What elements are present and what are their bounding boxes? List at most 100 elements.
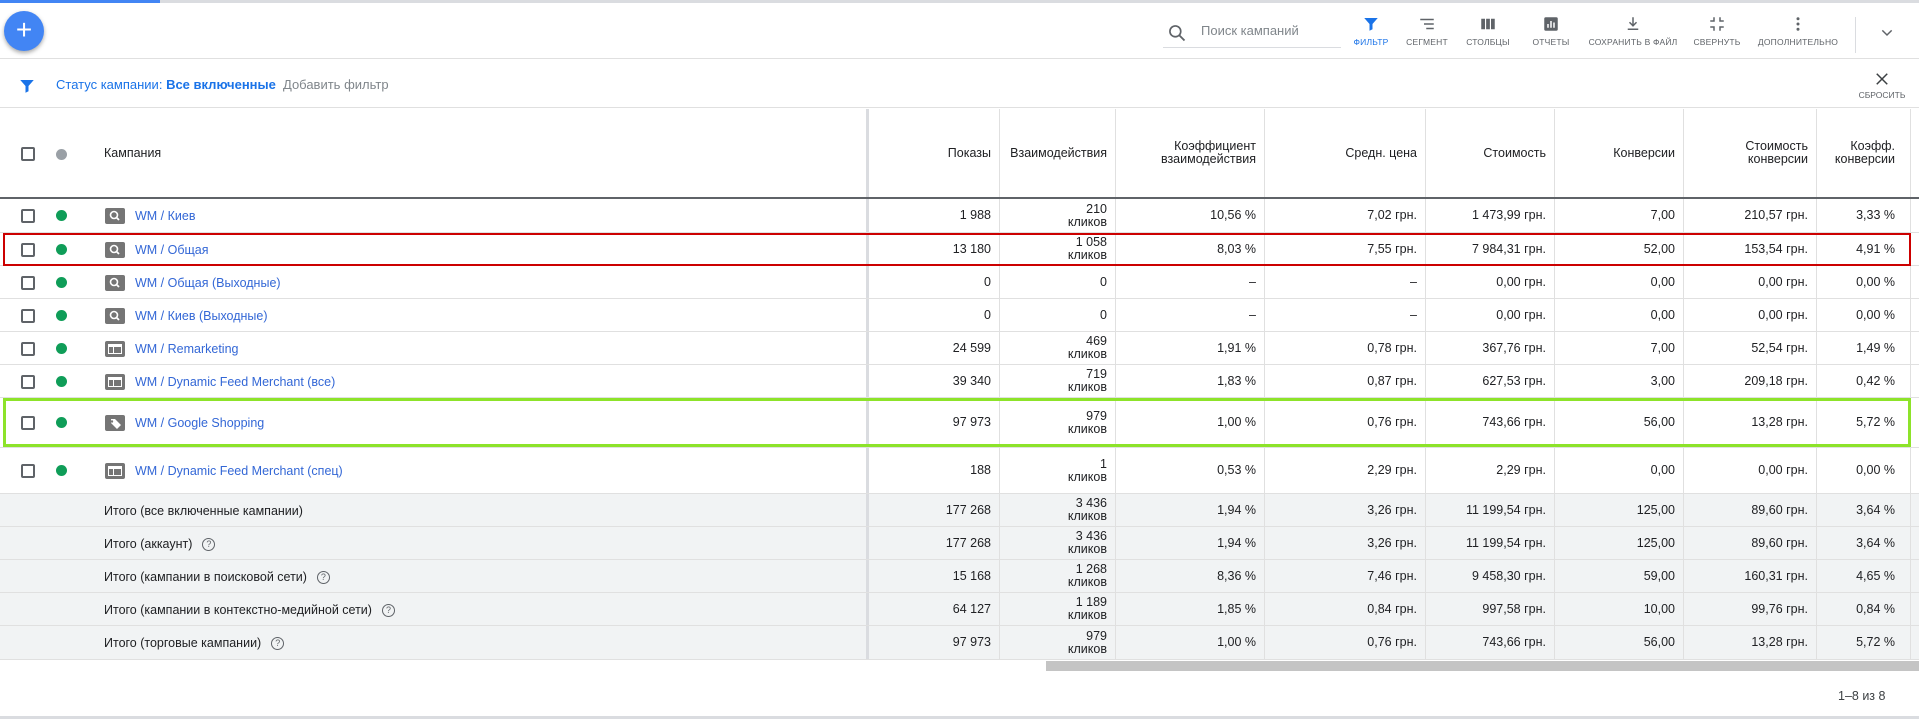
header-conversions[interactable]: Конверсии: [1555, 109, 1683, 197]
status-enabled-dot[interactable]: [56, 343, 67, 354]
reports-button[interactable]: ОТЧЕТЫ: [1526, 15, 1576, 47]
interactions-unit: кликов: [1067, 641, 1107, 656]
collapse-button[interactable]: СВЕРНУТЬ: [1691, 15, 1743, 47]
header-campaign[interactable]: Кампания: [96, 109, 856, 197]
column-divider: [1910, 266, 1911, 298]
download-button-label: СОХРАНИТЬ В ФАЙЛ: [1588, 37, 1678, 47]
row-checkbox[interactable]: [21, 342, 35, 356]
header-conversion-rate[interactable]: Коэфф. конверсии: [1817, 109, 1903, 197]
table-row[interactable]: WM / Remarketing 24 599 469 кликов 1,91 %…: [0, 332, 1919, 365]
status-enabled-dot[interactable]: [56, 210, 67, 221]
filter-bar: Статус кампании: Все включенные Добавить…: [0, 60, 1919, 108]
column-divider: [1910, 527, 1911, 559]
header-interactions[interactable]: Взаимодействия: [1000, 109, 1115, 197]
display-campaign-icon: [105, 463, 125, 479]
header-interaction-rate[interactable]: Коэффициент взаимодействия: [1116, 109, 1264, 197]
help-icon[interactable]: ?: [316, 571, 330, 585]
row-checkbox[interactable]: [21, 464, 35, 478]
conversions-cell: 3,00: [1650, 373, 1675, 388]
total-label-text: Итого (все включенные кампании): [104, 504, 303, 518]
help-icon[interactable]: ?: [202, 538, 216, 552]
header-cost-per-conversion[interactable]: Стоимость конверсии: [1684, 109, 1816, 197]
conversion-rate-cell: 0,00 %: [1856, 463, 1895, 477]
total-label: Итого (все включенные кампании): [104, 504, 303, 518]
avg-cost-cell: 0,76 грн.: [1367, 635, 1417, 649]
table-row[interactable]: WM / Общая (Выходные) 0 0 – – 0,00 грн. …: [0, 266, 1919, 299]
reset-button[interactable]: СБРОСИТЬ: [1855, 70, 1909, 100]
column-divider: [1910, 299, 1911, 331]
conversion-rate-cell: 0,00 %: [1856, 307, 1895, 322]
column-divider: [1910, 494, 1911, 526]
more-button[interactable]: ДОПОЛНИТЕЛЬНО: [1754, 15, 1842, 47]
display-campaign-icon: [105, 341, 125, 357]
filter-button[interactable]: ФИЛЬТР: [1348, 15, 1394, 47]
interactions-cell: 0: [1100, 307, 1107, 322]
select-all-checkbox[interactable]: [21, 147, 35, 161]
conversion-rate-cell: 0,00 %: [1856, 274, 1895, 289]
total-row: Итого (торговые кампании)? 97 973 979 кли…: [0, 626, 1919, 660]
campaign-status-filter[interactable]: Статус кампании: Все включенные: [56, 77, 276, 92]
segment-button[interactable]: СЕГМЕНТ: [1402, 15, 1452, 47]
conversions-cell: 59,00: [1643, 568, 1675, 583]
status-enabled-dot[interactable]: [56, 277, 67, 288]
search-box[interactable]: [1163, 15, 1341, 48]
interaction-rate-cell: 1,85 %: [1217, 601, 1256, 616]
conversion-rate-cell: 4,65 %: [1856, 568, 1895, 583]
cost-cell: 367,76 грн.: [1482, 340, 1546, 355]
header-cost[interactable]: Стоимость: [1426, 109, 1554, 197]
column-divider: [1910, 365, 1911, 397]
header-avg-cost[interactable]: Средн. цена: [1265, 109, 1425, 197]
row-checkbox[interactable]: [21, 209, 35, 223]
campaign-link[interactable]: WM / Remarketing: [135, 342, 239, 356]
interactions-cell: 1 189 кликов: [1000, 593, 1115, 625]
conversions-cell: 7,00: [1650, 208, 1675, 222]
conversion-rate-cell: 5,72 %: [1856, 635, 1895, 649]
row-checkbox[interactable]: [21, 276, 35, 290]
interaction-rate-cell: 1,94 %: [1217, 502, 1256, 517]
chevron-down-icon[interactable]: [1879, 25, 1895, 41]
campaign-link[interactable]: WM / Общая (Выходные): [135, 276, 281, 290]
add-campaign-button[interactable]: +: [4, 11, 44, 51]
filter-icon: [20, 80, 34, 93]
horizontal-scrollbar-thumb[interactable]: [1046, 661, 1919, 671]
campaign-link[interactable]: WM / Киев: [135, 209, 196, 223]
table-row[interactable]: WM / Киев (Выходные) 0 0 – – 0,00 грн. 0…: [0, 299, 1919, 332]
status-enabled-dot[interactable]: [56, 310, 67, 321]
search-input[interactable]: [1201, 23, 1339, 38]
row-checkbox[interactable]: [21, 375, 35, 389]
row-checkbox[interactable]: [21, 309, 35, 323]
conversions-cell: 10,00: [1643, 601, 1675, 616]
avg-cost-cell: 7,02 грн.: [1367, 208, 1417, 222]
cost-cell: 0,00 грн.: [1496, 274, 1546, 289]
help-icon[interactable]: ?: [271, 637, 285, 651]
interactions-value: 1: [1100, 456, 1107, 471]
interactions-cell: 1 268 кликов: [1000, 560, 1115, 592]
impressions-cell: 177 268: [945, 535, 991, 550]
avg-cost-cell: 7,46 грн.: [1367, 568, 1417, 583]
header-interaction-rate-line2: взаимодействия: [1160, 152, 1256, 166]
table-row[interactable]: WM / Dynamic Feed Merchant (спец) 188 1к…: [0, 448, 1919, 494]
total-row: Итого (кампании в контекстно-медийной се…: [0, 593, 1919, 626]
campaign-link[interactable]: WM / Киев (Выходные): [135, 309, 268, 323]
columns-button[interactable]: СТОЛБЦЫ: [1463, 15, 1513, 47]
total-label: Итого (кампании в поисковой сети)?: [104, 570, 330, 585]
header-impressions[interactable]: Показы: [869, 109, 999, 197]
interactions-cell: 979 кликов: [1000, 626, 1115, 659]
help-icon[interactable]: ?: [381, 604, 395, 618]
table-row[interactable]: WM / Киев 1 988 210 кликов 10,56 % 7,02 г…: [0, 199, 1919, 233]
cost-per-conversion-cell: 99,76 грн.: [1751, 601, 1808, 616]
status-enabled-dot[interactable]: [56, 465, 67, 476]
add-filter-link[interactable]: Добавить фильтр: [283, 77, 389, 92]
status-enabled-dot[interactable]: [56, 376, 67, 387]
interaction-rate-cell: 1,83 %: [1217, 373, 1256, 388]
cost-cell: 11 199,54 грн.: [1465, 502, 1546, 517]
impressions-cell: 0: [984, 274, 991, 289]
campaign-link[interactable]: WM / Dynamic Feed Merchant (все): [135, 375, 335, 389]
campaign-link[interactable]: WM / Dynamic Feed Merchant (спец): [135, 464, 343, 478]
avg-cost-cell: 2,29 грн.: [1367, 463, 1417, 477]
conversion-rate-cell: 1,49 %: [1856, 340, 1895, 355]
table-row[interactable]: WM / Dynamic Feed Merchant (все) 39 340 …: [0, 365, 1919, 398]
download-button[interactable]: СОХРАНИТЬ В ФАЙЛ: [1588, 15, 1678, 47]
cost-cell: 997,58 грн.: [1482, 601, 1546, 616]
status-column-header[interactable]: [56, 149, 67, 160]
